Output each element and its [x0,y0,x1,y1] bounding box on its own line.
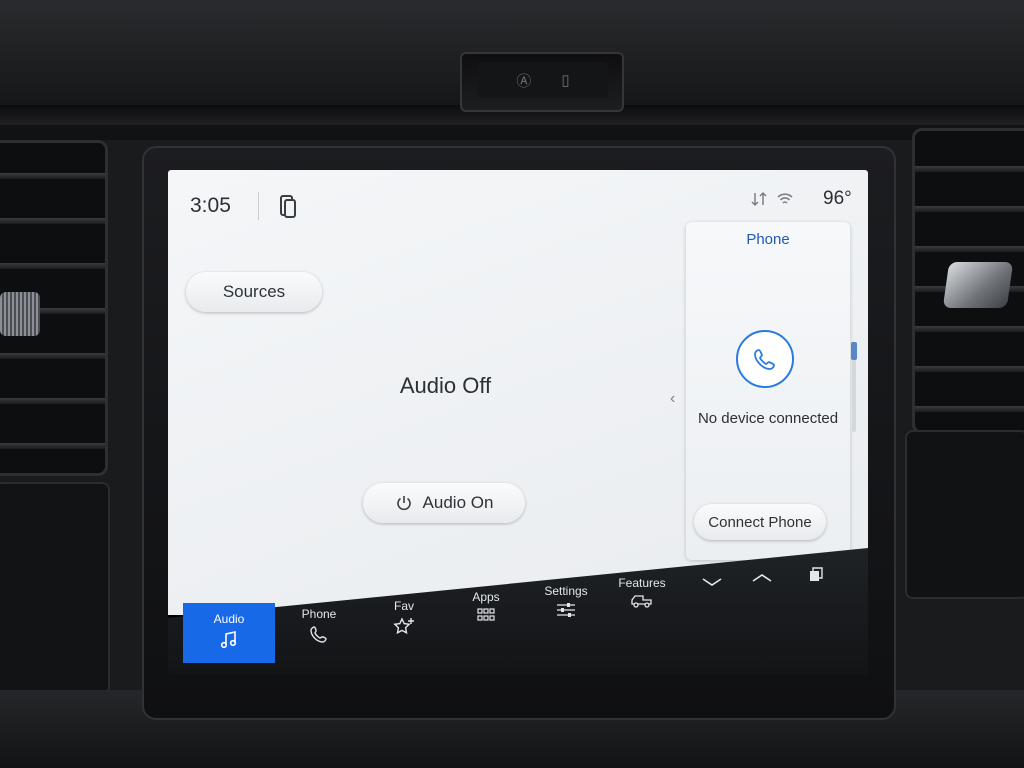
no-device-message: No device connected [697,410,839,427]
nav-apps[interactable]: Apps [440,581,532,641]
auto-icon: Ⓐ [516,72,532,90]
grid-icon [477,608,495,621]
sliders-icon [557,603,575,617]
power-icon [396,496,411,511]
right-dash-panel [905,430,1024,599]
sources-label: Sources [222,282,286,301]
right-vent-knob[interactable] [942,262,1014,308]
nav-features[interactable]: Features [596,567,688,627]
left-vent-knob[interactable] [0,292,40,336]
audio-on-label: Audio On [422,493,494,512]
phone-card: Phone No device connected Connect Phone [686,222,850,560]
music-note-icon [220,631,237,649]
lock-icon: ▯ [561,72,570,89]
chevron-down-icon[interactable] [686,562,738,602]
connect-phone-label: Connect Phone [708,513,812,531]
phone-card-title[interactable]: Phone [686,231,850,248]
audio-status-text: Audio Off [399,373,492,398]
scrollbar-thumb[interactable] [851,342,857,360]
infotainment-screen: 3:05 96° Sources Audio Off Audio On ‹ Ph… [168,170,868,675]
nav-features-label: Features [618,576,666,590]
audio-panel: 3:05 96° Sources Audio Off Audio On ‹ Ph… [168,170,868,615]
outside-temperature: 96° [823,188,852,209]
multi-window-icon[interactable] [790,554,842,594]
phone-projection-icon[interactable] [278,194,298,220]
collapse-panel-chevron-icon[interactable]: ‹ [670,390,675,408]
truck-icon [631,595,652,608]
star-plus-icon [393,617,414,635]
hazard-buttons[interactable]: Ⓐ ▯ [478,62,608,98]
clock: 3:05 [190,194,231,217]
phone-icon [310,626,327,643]
nav-phone-label: Phone [301,607,337,621]
status-divider [258,192,259,220]
sources-button[interactable]: Sources [186,272,322,312]
nav-fav-label: Fav [393,599,414,613]
nav-audio[interactable]: Audio [183,603,275,663]
left-dash-panel [0,482,110,696]
chevron-up-icon[interactable] [736,558,788,598]
nav-apps-label: Apps [472,590,500,604]
connect-phone-button[interactable]: Connect Phone [694,504,826,540]
nav-audio-label: Audio [213,612,245,626]
signal-icon [751,191,767,207]
phone-call-icon[interactable] [736,330,794,388]
nav-phone[interactable]: Phone [273,598,365,658]
audio-on-button[interactable]: Audio On [363,483,525,523]
wifi-icon [777,193,793,204]
nav-fav[interactable]: Fav [358,590,450,650]
